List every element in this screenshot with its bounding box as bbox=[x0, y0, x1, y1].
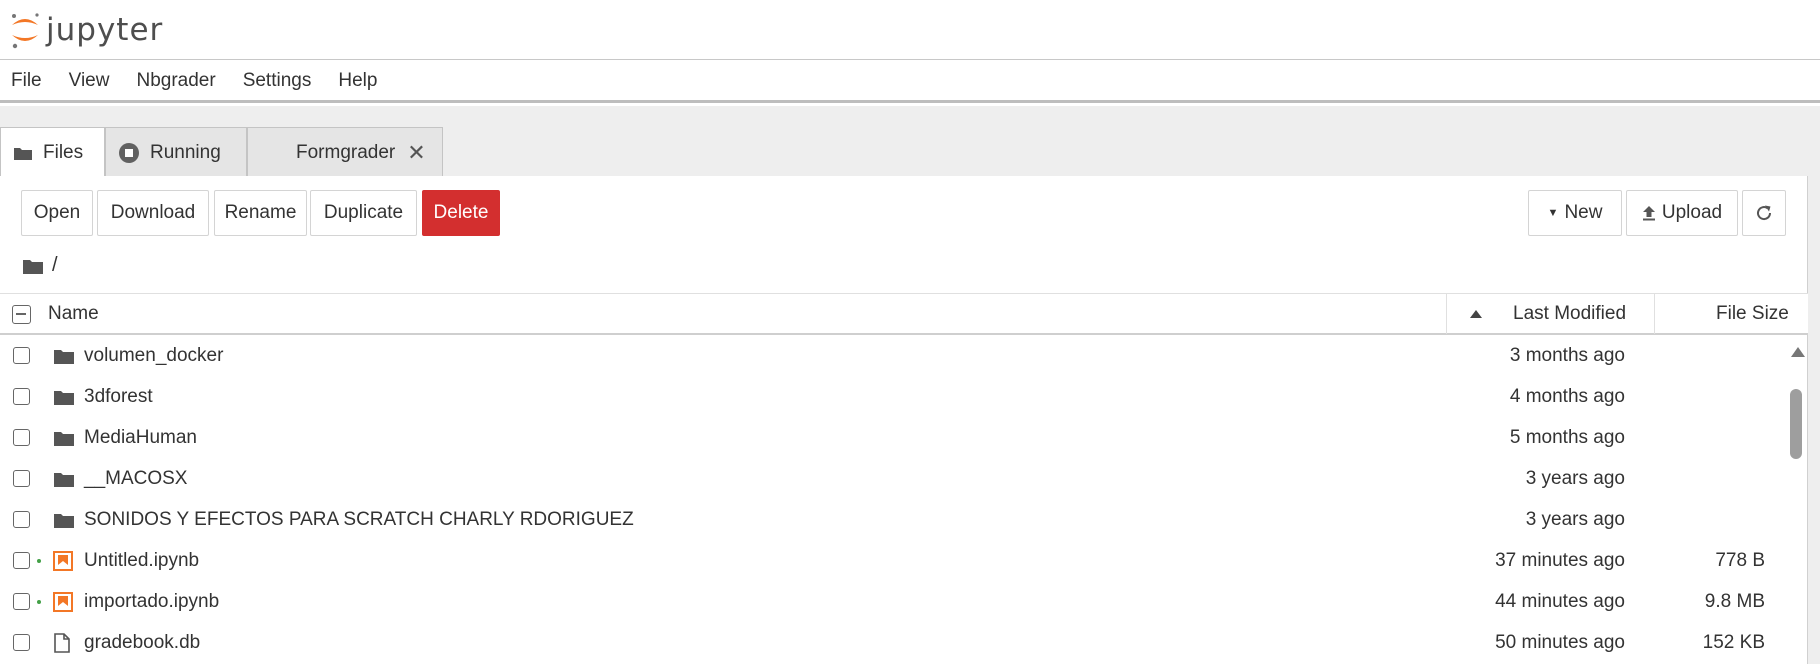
file-modified: 3 months ago bbox=[1509, 344, 1625, 366]
file-name: __MACOSX bbox=[84, 467, 188, 489]
column-file-size[interactable]: File Size bbox=[1716, 294, 1789, 334]
folder-icon bbox=[13, 145, 33, 161]
file-modified: 37 minutes ago bbox=[1495, 549, 1625, 571]
folder-icon bbox=[53, 511, 75, 529]
open-button[interactable]: Open bbox=[21, 190, 93, 236]
row-checkbox[interactable] bbox=[13, 552, 30, 569]
tab-running[interactable]: Running bbox=[105, 127, 247, 177]
stop-circle-icon bbox=[118, 142, 140, 164]
file-row-sonidos[interactable]: SONIDOS Y EFECTOS PARA SCRATCH CHARLY RD… bbox=[0, 499, 1785, 540]
column-name[interactable]: Name bbox=[48, 294, 99, 334]
refresh-button[interactable] bbox=[1742, 190, 1786, 236]
upload-icon bbox=[1642, 205, 1656, 221]
menu-help[interactable]: Help bbox=[338, 70, 377, 92]
tab-files[interactable]: Files bbox=[0, 127, 105, 177]
file-browser: Open Download Rename Duplicate Delete ▼ … bbox=[0, 176, 1808, 664]
file-list-header: Name Last Modified File Size bbox=[0, 293, 1808, 335]
running-indicator bbox=[37, 599, 41, 604]
top-header: jupyter bbox=[0, 0, 1820, 60]
menu-view[interactable]: View bbox=[69, 70, 110, 92]
menu-bar: File View Nbgrader Settings Help bbox=[0, 61, 1820, 103]
row-checkbox[interactable] bbox=[13, 470, 30, 487]
select-all-checkbox[interactable] bbox=[12, 294, 31, 334]
rename-button[interactable]: Rename bbox=[214, 190, 307, 236]
file-row-mediahuman[interactable]: MediaHuman 5 months ago bbox=[0, 417, 1785, 458]
file-modified: 3 years ago bbox=[1525, 508, 1625, 530]
row-checkbox[interactable] bbox=[13, 429, 30, 446]
menu-settings[interactable]: Settings bbox=[243, 70, 312, 92]
file-row-untitled-ipynb[interactable]: Untitled.ipynb 37 minutes ago 778 B bbox=[0, 540, 1785, 581]
file-icon bbox=[53, 632, 71, 653]
new-button[interactable]: ▼ New bbox=[1528, 190, 1622, 236]
menu-nbgrader[interactable]: Nbgrader bbox=[136, 70, 215, 92]
select-all-check bbox=[12, 304, 31, 324]
caret-down-icon: ▼ bbox=[1547, 207, 1559, 219]
file-name: importado.ipynb bbox=[84, 590, 220, 612]
duplicate-button[interactable]: Duplicate bbox=[310, 190, 417, 236]
row-checkbox[interactable] bbox=[13, 347, 30, 364]
tab-files-label: Files bbox=[43, 141, 84, 163]
file-row-3dforest[interactable]: 3dforest 4 months ago bbox=[0, 376, 1785, 417]
file-size: 778 B bbox=[1715, 549, 1765, 571]
new-button-label: New bbox=[1564, 202, 1603, 223]
notebook-icon bbox=[53, 550, 73, 571]
file-name: 3dforest bbox=[84, 385, 153, 407]
file-row-volumen-docker[interactable]: volumen_docker 3 months ago bbox=[0, 335, 1785, 376]
column-divider bbox=[1654, 294, 1655, 334]
tab-running-label: Running bbox=[150, 141, 221, 163]
file-name: Untitled.ipynb bbox=[84, 549, 200, 571]
scrollbar-thumb[interactable] bbox=[1790, 389, 1802, 459]
scrollbar[interactable] bbox=[1786, 335, 1808, 664]
file-modified: 4 months ago bbox=[1509, 385, 1625, 407]
refresh-icon bbox=[1755, 204, 1773, 222]
file-name: MediaHuman bbox=[84, 426, 197, 448]
file-name: volumen_docker bbox=[84, 344, 224, 366]
delete-button[interactable]: Delete bbox=[422, 190, 500, 236]
running-indicator bbox=[37, 558, 41, 563]
upload-button[interactable]: Upload bbox=[1626, 190, 1738, 236]
notebook-icon bbox=[53, 591, 73, 612]
file-size: 152 KB bbox=[1702, 631, 1765, 653]
file-name: SONIDOS Y EFECTOS PARA SCRATCH CHARLY RD… bbox=[84, 508, 634, 530]
menu-file[interactable]: File bbox=[11, 70, 42, 92]
upload-button-label: Upload bbox=[1661, 202, 1723, 223]
column-divider bbox=[1446, 294, 1447, 334]
file-row-importado-ipynb[interactable]: importado.ipynb 44 minutes ago 9.8 MB bbox=[0, 581, 1785, 622]
file-modified: 5 months ago bbox=[1509, 426, 1625, 448]
file-row-macosx[interactable]: __MACOSX 3 years ago bbox=[0, 458, 1785, 499]
tab-formgrader-label: Formgrader bbox=[296, 141, 396, 163]
scroll-up-arrow-icon[interactable] bbox=[1791, 347, 1805, 357]
jupyter-logo[interactable]: jupyter bbox=[8, 6, 163, 54]
folder-icon bbox=[53, 347, 75, 365]
tab-formgrader[interactable]: Formgrader ✕ bbox=[247, 127, 443, 177]
column-last-modified[interactable]: Last Modified bbox=[1513, 294, 1626, 334]
folder-icon bbox=[53, 470, 75, 488]
file-modified: 44 minutes ago bbox=[1495, 590, 1625, 612]
folder-icon bbox=[53, 388, 75, 406]
row-checkbox[interactable] bbox=[13, 593, 30, 610]
file-row-gradebook-db[interactable]: gradebook.db 50 minutes ago 152 KB bbox=[0, 622, 1785, 663]
row-checkbox[interactable] bbox=[13, 634, 30, 651]
app-name: jupyter bbox=[46, 12, 164, 48]
file-modified: 3 years ago bbox=[1525, 467, 1625, 489]
breadcrumb: / bbox=[22, 254, 58, 277]
breadcrumb-path[interactable]: / bbox=[52, 254, 58, 277]
sort-ascending-icon[interactable] bbox=[1470, 294, 1482, 334]
download-button[interactable]: Download bbox=[97, 190, 209, 236]
file-name: gradebook.db bbox=[84, 631, 201, 653]
close-icon[interactable]: ✕ bbox=[407, 140, 425, 166]
folder-icon[interactable] bbox=[22, 257, 44, 275]
file-modified: 50 minutes ago bbox=[1495, 631, 1625, 653]
file-size: 9.8 MB bbox=[1704, 590, 1765, 612]
row-checkbox[interactable] bbox=[13, 388, 30, 405]
folder-icon bbox=[53, 429, 75, 447]
row-checkbox[interactable] bbox=[13, 511, 30, 528]
jupyter-logo-icon bbox=[12, 13, 39, 49]
